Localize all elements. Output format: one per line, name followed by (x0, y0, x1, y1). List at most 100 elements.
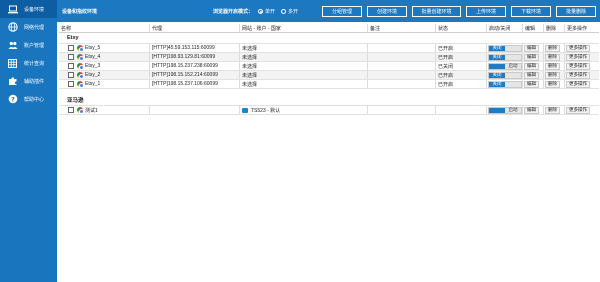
delete-button[interactable]: 删除 (545, 62, 560, 70)
group-header[interactable]: 亚马逊 (59, 95, 599, 106)
sidebar-item-1[interactable]: 网络代理 (0, 18, 57, 36)
start-stop-toggle[interactable]: 关闭 (488, 71, 522, 79)
radio-multi-dot[interactable] (281, 9, 287, 14)
batch-delete-button[interactable]: 批量删除 (556, 6, 596, 17)
sidebar-item-3[interactable]: 统计查询 (0, 54, 57, 72)
env-name[interactable]: Etsy_5 (85, 45, 100, 51)
edit-button[interactable]: 编辑 (524, 44, 539, 52)
browser-mode-selector: 浏览器开启模式： 单开 多开 (213, 8, 304, 15)
env-name[interactable]: 测试1 (85, 107, 98, 114)
start-indicator[interactable] (489, 63, 505, 69)
upload-env-button[interactable]: 上传环境 (466, 6, 506, 17)
edit-button[interactable]: 编辑 (524, 106, 539, 114)
site-account-country: 未选择 (242, 54, 258, 61)
sidebar-item-label: 辅助插件 (24, 78, 45, 85)
delete-button[interactable]: 删除 (545, 44, 560, 52)
sidebar-item-label: 帮助中心 (24, 96, 45, 103)
status-cell: 已关闭 (435, 62, 486, 70)
batch-create-env-button[interactable]: 批量创建环境 (412, 6, 461, 17)
site-cell: 未选择 (239, 62, 367, 70)
sidebar-item-0[interactable]: 设备环境 (0, 0, 57, 18)
more-actions-button[interactable]: 更多操作 (566, 80, 590, 88)
start-button[interactable]: 启动 (505, 63, 521, 69)
more-actions-button[interactable]: 更多操作 (566, 106, 590, 114)
column-header-site: 网站 - 账户 - 国家 (239, 24, 367, 32)
close-button[interactable]: 关闭 (489, 54, 505, 60)
column-header-more: 更多操作 (564, 24, 599, 32)
edit-button[interactable]: 编辑 (524, 62, 539, 70)
delete-button[interactable]: 删除 (545, 71, 560, 79)
table-row: 测试1 TS523 - 默认 启动 编辑 删除 更多操作 (59, 106, 599, 115)
edit-button[interactable]: 编辑 (524, 71, 539, 79)
toggle-off-segment[interactable] (505, 45, 521, 51)
name-cell: 测试1 (59, 106, 149, 114)
chrome-browser-icon (77, 81, 84, 88)
close-button[interactable]: 关闭 (489, 81, 505, 87)
start-stop-toggle[interactable]: 启动 (488, 106, 522, 114)
toggle-cell: 关闭 (486, 71, 522, 79)
start-stop-toggle[interactable]: 关闭 (488, 80, 522, 88)
column-header-note: 备注 (367, 24, 435, 32)
row-checkbox[interactable] (68, 107, 74, 113)
toggle-off-segment[interactable] (505, 81, 521, 87)
radio-single-dot[interactable] (258, 9, 264, 14)
more-actions-button[interactable]: 更多操作 (566, 44, 590, 52)
env-name[interactable]: Etsy_2 (85, 72, 100, 78)
radio-single[interactable]: 单开 (258, 8, 275, 15)
row-checkbox[interactable] (68, 63, 74, 69)
delete-cell: 删除 (543, 80, 564, 88)
create-env-button[interactable]: 创建环境 (367, 6, 407, 17)
folder-icon (242, 107, 248, 113)
more-cell: 更多操作 (564, 80, 599, 88)
proxy-cell: [HTTP]198.15.152.214:60099 (149, 71, 239, 79)
toggle-cell: 关闭 (486, 44, 522, 52)
proxy-cell: [HTTP]198.15.237.106:60099 (149, 80, 239, 88)
sidebar-item-5[interactable]: ? 帮助中心 (0, 90, 57, 108)
radio-single-label: 单开 (265, 9, 276, 15)
close-button[interactable]: 关闭 (489, 72, 505, 78)
row-checkbox[interactable] (68, 45, 74, 51)
delete-button[interactable]: 删除 (545, 106, 560, 114)
more-cell: 更多操作 (564, 62, 599, 70)
more-actions-button[interactable]: 更多操作 (566, 71, 590, 79)
edit-cell: 编辑 (522, 71, 543, 79)
env-name[interactable]: Etsy_4 (85, 54, 100, 60)
start-stop-toggle[interactable]: 启动 (488, 62, 522, 70)
delete-button[interactable]: 删除 (545, 53, 560, 61)
edit-button[interactable]: 编辑 (524, 80, 539, 88)
row-checkbox[interactable] (68, 54, 74, 60)
more-actions-button[interactable]: 更多操作 (566, 53, 590, 61)
row-checkbox[interactable] (68, 72, 74, 78)
browser-mode-label: 浏览器开启模式： (213, 9, 254, 15)
sidebar-item-2[interactable]: 账户管理 (0, 36, 57, 54)
name-cell: Etsy_1 (59, 80, 149, 88)
toggle-cell: 启动 (486, 106, 522, 114)
env-name[interactable]: Etsy_1 (85, 81, 100, 87)
download-env-button[interactable]: 下载环境 (511, 6, 551, 17)
toggle-off-segment[interactable] (505, 54, 521, 60)
more-actions-button[interactable]: 更多操作 (566, 62, 590, 70)
start-indicator[interactable] (489, 107, 505, 113)
env-name[interactable]: Etsy_3 (85, 63, 100, 69)
laptop-icon (7, 4, 18, 15)
group-manage-button[interactable]: 分组管理 (322, 6, 362, 17)
sidebar-item-label: 网络代理 (24, 24, 45, 31)
svg-text:?: ? (11, 95, 15, 103)
radio-multi[interactable]: 多开 (281, 8, 298, 15)
row-checkbox[interactable] (68, 81, 74, 87)
close-button[interactable]: 关闭 (489, 45, 505, 51)
note-cell (367, 71, 435, 79)
table-row: Etsy_1 [HTTP]198.15.237.106:60099 未选择 已开启 关闭… (59, 80, 599, 89)
name-cell: Etsy_3 (59, 62, 149, 70)
delete-button[interactable]: 删除 (545, 80, 560, 88)
toggle-off-segment[interactable] (505, 72, 521, 78)
start-stop-toggle[interactable]: 关闭 (488, 44, 522, 52)
table-row: Etsy_5 [HTTP]45.59.153.115:60099 未选择 已开启 关闭 编… (59, 44, 599, 53)
group-header[interactable]: Etsy (59, 33, 599, 44)
start-button[interactable]: 启动 (505, 107, 521, 113)
delete-cell: 删除 (543, 71, 564, 79)
start-stop-toggle[interactable]: 关闭 (488, 53, 522, 61)
edit-button[interactable]: 编辑 (524, 53, 539, 61)
edit-cell: 编辑 (522, 62, 543, 70)
sidebar-item-4[interactable]: 辅助插件 (0, 72, 57, 90)
